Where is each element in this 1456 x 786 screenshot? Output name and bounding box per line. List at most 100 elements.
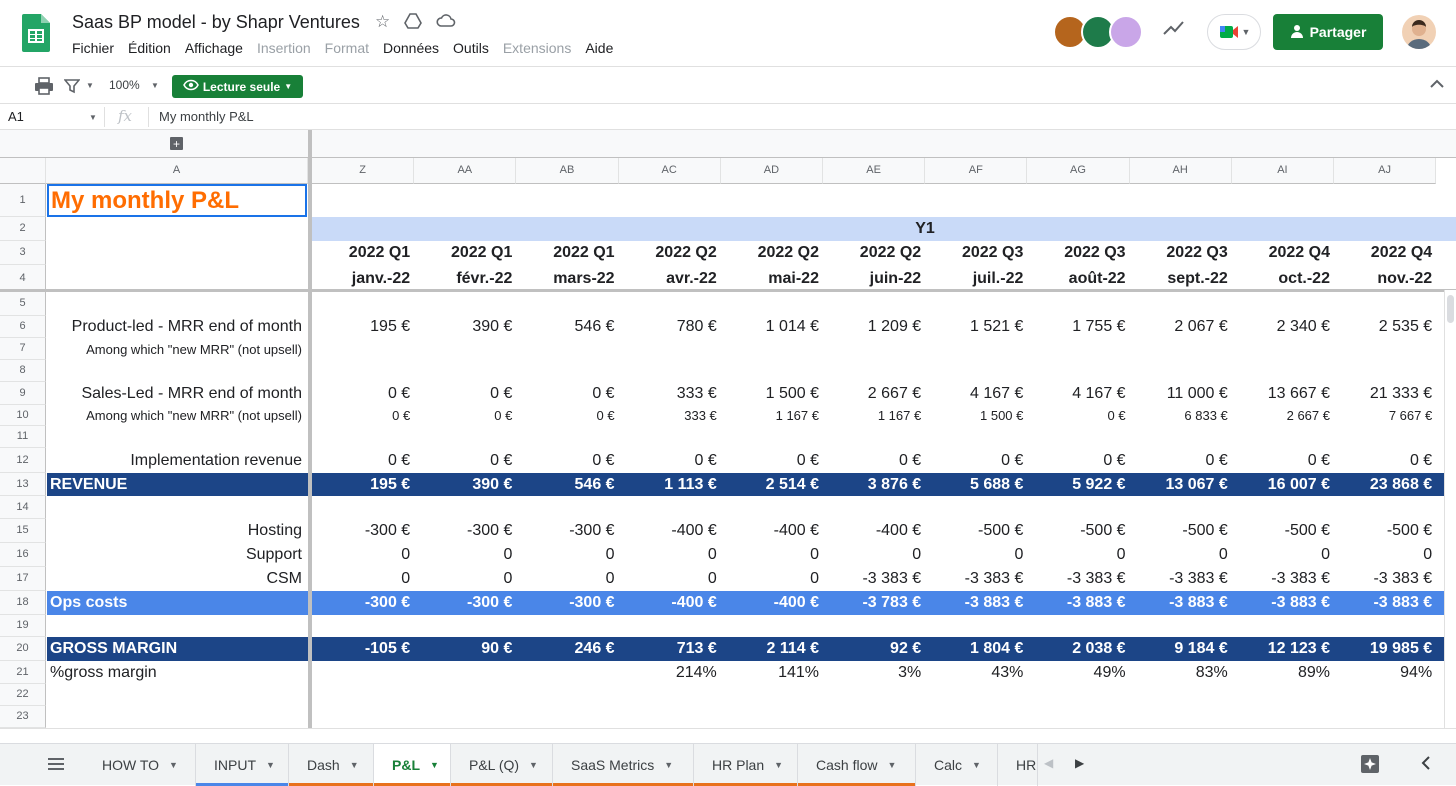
value-cell[interactable]: -300 € (312, 591, 414, 615)
value-cell[interactable]: -400 € (823, 519, 925, 543)
value-cell[interactable]: 141% (721, 661, 823, 684)
sheet-tab[interactable]: HR (998, 744, 1038, 786)
value-cell[interactable]: 0 € (414, 382, 516, 405)
row-label[interactable]: %gross margin (47, 661, 305, 684)
column-header[interactable]: AD (720, 158, 823, 184)
value-cell[interactable]: 7 667 € (1334, 405, 1436, 426)
tab-dropdown-icon[interactable]: ▼ (430, 760, 439, 770)
row-header[interactable]: 17 (0, 567, 46, 591)
value-cell[interactable]: 0 (619, 543, 721, 567)
value-cell[interactable]: -400 € (619, 519, 721, 543)
value-cell[interactable]: -500 € (925, 519, 1027, 543)
value-cell[interactable]: 333 € (619, 382, 721, 405)
row-label[interactable]: CSM (47, 567, 305, 591)
column-header[interactable]: AF (925, 158, 1028, 184)
row-header[interactable]: 11 (0, 426, 46, 448)
row-label[interactable]: Among which "new MRR" (not upsell) (47, 405, 305, 426)
select-all-corner[interactable] (0, 158, 46, 184)
column-header[interactable]: AJ (1334, 158, 1437, 184)
value-cell[interactable]: -300 € (516, 519, 618, 543)
row-header[interactable]: 21 (0, 661, 46, 684)
filter-icon[interactable] (63, 78, 81, 99)
all-sheets-icon[interactable] (48, 757, 64, 776)
value-cell[interactable] (414, 661, 516, 684)
explore-icon[interactable] (1360, 754, 1380, 779)
row-label[interactable]: Among which "new MRR" (not upsell) (47, 338, 305, 360)
value-cell[interactable]: -3 383 € (1334, 567, 1436, 591)
value-cell[interactable]: -3 383 € (925, 567, 1027, 591)
value-cell[interactable]: 11 000 € (1130, 382, 1232, 405)
value-cell[interactable]: 90 € (414, 637, 516, 661)
value-cell[interactable]: 1 755 € (1027, 316, 1129, 338)
vertical-scroll-thumb[interactable] (1447, 295, 1454, 323)
row-header[interactable]: 9 (0, 382, 46, 405)
value-cell[interactable]: 0 € (1027, 448, 1129, 473)
value-cell[interactable]: 21 333 € (1334, 382, 1436, 405)
value-cell[interactable]: -3 383 € (823, 567, 925, 591)
value-cell[interactable]: -300 € (516, 591, 618, 615)
value-cell[interactable]: 2 114 € (721, 637, 823, 661)
value-cell[interactable] (1027, 338, 1129, 360)
value-cell[interactable]: 23 868 € (1334, 473, 1436, 496)
collapse-menus-icon[interactable] (1430, 76, 1444, 92)
row-label[interactable]: Ops costs (47, 591, 305, 615)
view-mode-button[interactable]: Lecture seule ▼ (172, 75, 303, 98)
value-cell[interactable] (312, 338, 414, 360)
scroll-tabs-left-icon[interactable]: ◀ (1044, 756, 1053, 770)
value-cell[interactable]: -300 € (312, 519, 414, 543)
collaborator-avatar-purple[interactable] (1109, 15, 1143, 49)
sheet-tab[interactable]: SaaS Metrics ▼ (553, 744, 694, 786)
share-button[interactable]: Partager (1273, 14, 1383, 50)
column-header[interactable]: AH (1129, 158, 1232, 184)
value-cell[interactable]: 1 113 € (619, 473, 721, 496)
row-header[interactable]: 2 (0, 217, 46, 241)
value-cell[interactable]: 1 500 € (721, 382, 823, 405)
menu-fichier[interactable]: Fichier (72, 40, 114, 56)
row-header[interactable]: 8 (0, 360, 46, 382)
value-cell[interactable]: -500 € (1027, 519, 1129, 543)
zoom-dropdown-icon[interactable]: ▼ (151, 81, 159, 90)
value-cell[interactable]: 2 067 € (1130, 316, 1232, 338)
value-cell[interactable]: 2 514 € (721, 473, 823, 496)
value-cell[interactable]: 0 (721, 543, 823, 567)
sheet-tab[interactable]: Dash ▼ (289, 744, 374, 786)
value-cell[interactable] (925, 338, 1027, 360)
menu-aide[interactable]: Aide (585, 40, 613, 56)
row-header[interactable]: 13 (0, 473, 46, 496)
value-cell[interactable]: 4 167 € (925, 382, 1027, 405)
row-header[interactable]: 18 (0, 591, 46, 615)
value-cell[interactable]: 6 833 € (1130, 405, 1232, 426)
value-cell[interactable]: 1 500 € (925, 405, 1027, 426)
value-cell[interactable]: 0 (619, 567, 721, 591)
value-cell[interactable]: 0 (414, 567, 516, 591)
value-cell[interactable]: 92 € (823, 637, 925, 661)
value-cell[interactable] (1334, 338, 1436, 360)
row-header[interactable]: 6 (0, 316, 46, 338)
value-cell[interactable]: 13 067 € (1130, 473, 1232, 496)
value-cell[interactable]: -500 € (1232, 519, 1334, 543)
print-icon[interactable] (34, 77, 54, 100)
value-cell[interactable]: -3 383 € (1232, 567, 1334, 591)
column-header-a[interactable]: A (46, 158, 308, 184)
row-header[interactable]: 5 (0, 292, 46, 316)
value-cell[interactable]: 0 € (414, 405, 516, 426)
menu-edition[interactable]: Édition (128, 40, 171, 56)
value-cell[interactable]: 3% (823, 661, 925, 684)
sheet-title-cell[interactable]: My monthly P&L (47, 184, 307, 217)
row-label[interactable]: Hosting (47, 519, 305, 543)
tab-dropdown-icon[interactable]: ▼ (169, 760, 178, 770)
value-cell[interactable]: 2 667 € (823, 382, 925, 405)
value-cell[interactable]: 2 038 € (1027, 637, 1129, 661)
move-to-drive-icon[interactable] (404, 12, 422, 35)
sheet-tab[interactable]: INPUT ▼ (196, 744, 289, 786)
tab-dropdown-icon[interactable]: ▼ (350, 760, 359, 770)
sheet-tab[interactable]: P&L (Q) ▼ (451, 744, 553, 786)
row-header[interactable]: 19 (0, 615, 46, 637)
value-cell[interactable]: 0 (925, 543, 1027, 567)
value-cell[interactable]: 0 € (823, 448, 925, 473)
value-cell[interactable]: -400 € (619, 591, 721, 615)
activity-trend-icon[interactable] (1163, 20, 1185, 41)
row-label[interactable]: GROSS MARGIN (47, 637, 305, 661)
value-cell[interactable]: -3 383 € (1130, 567, 1232, 591)
value-cell[interactable]: 1 167 € (721, 405, 823, 426)
